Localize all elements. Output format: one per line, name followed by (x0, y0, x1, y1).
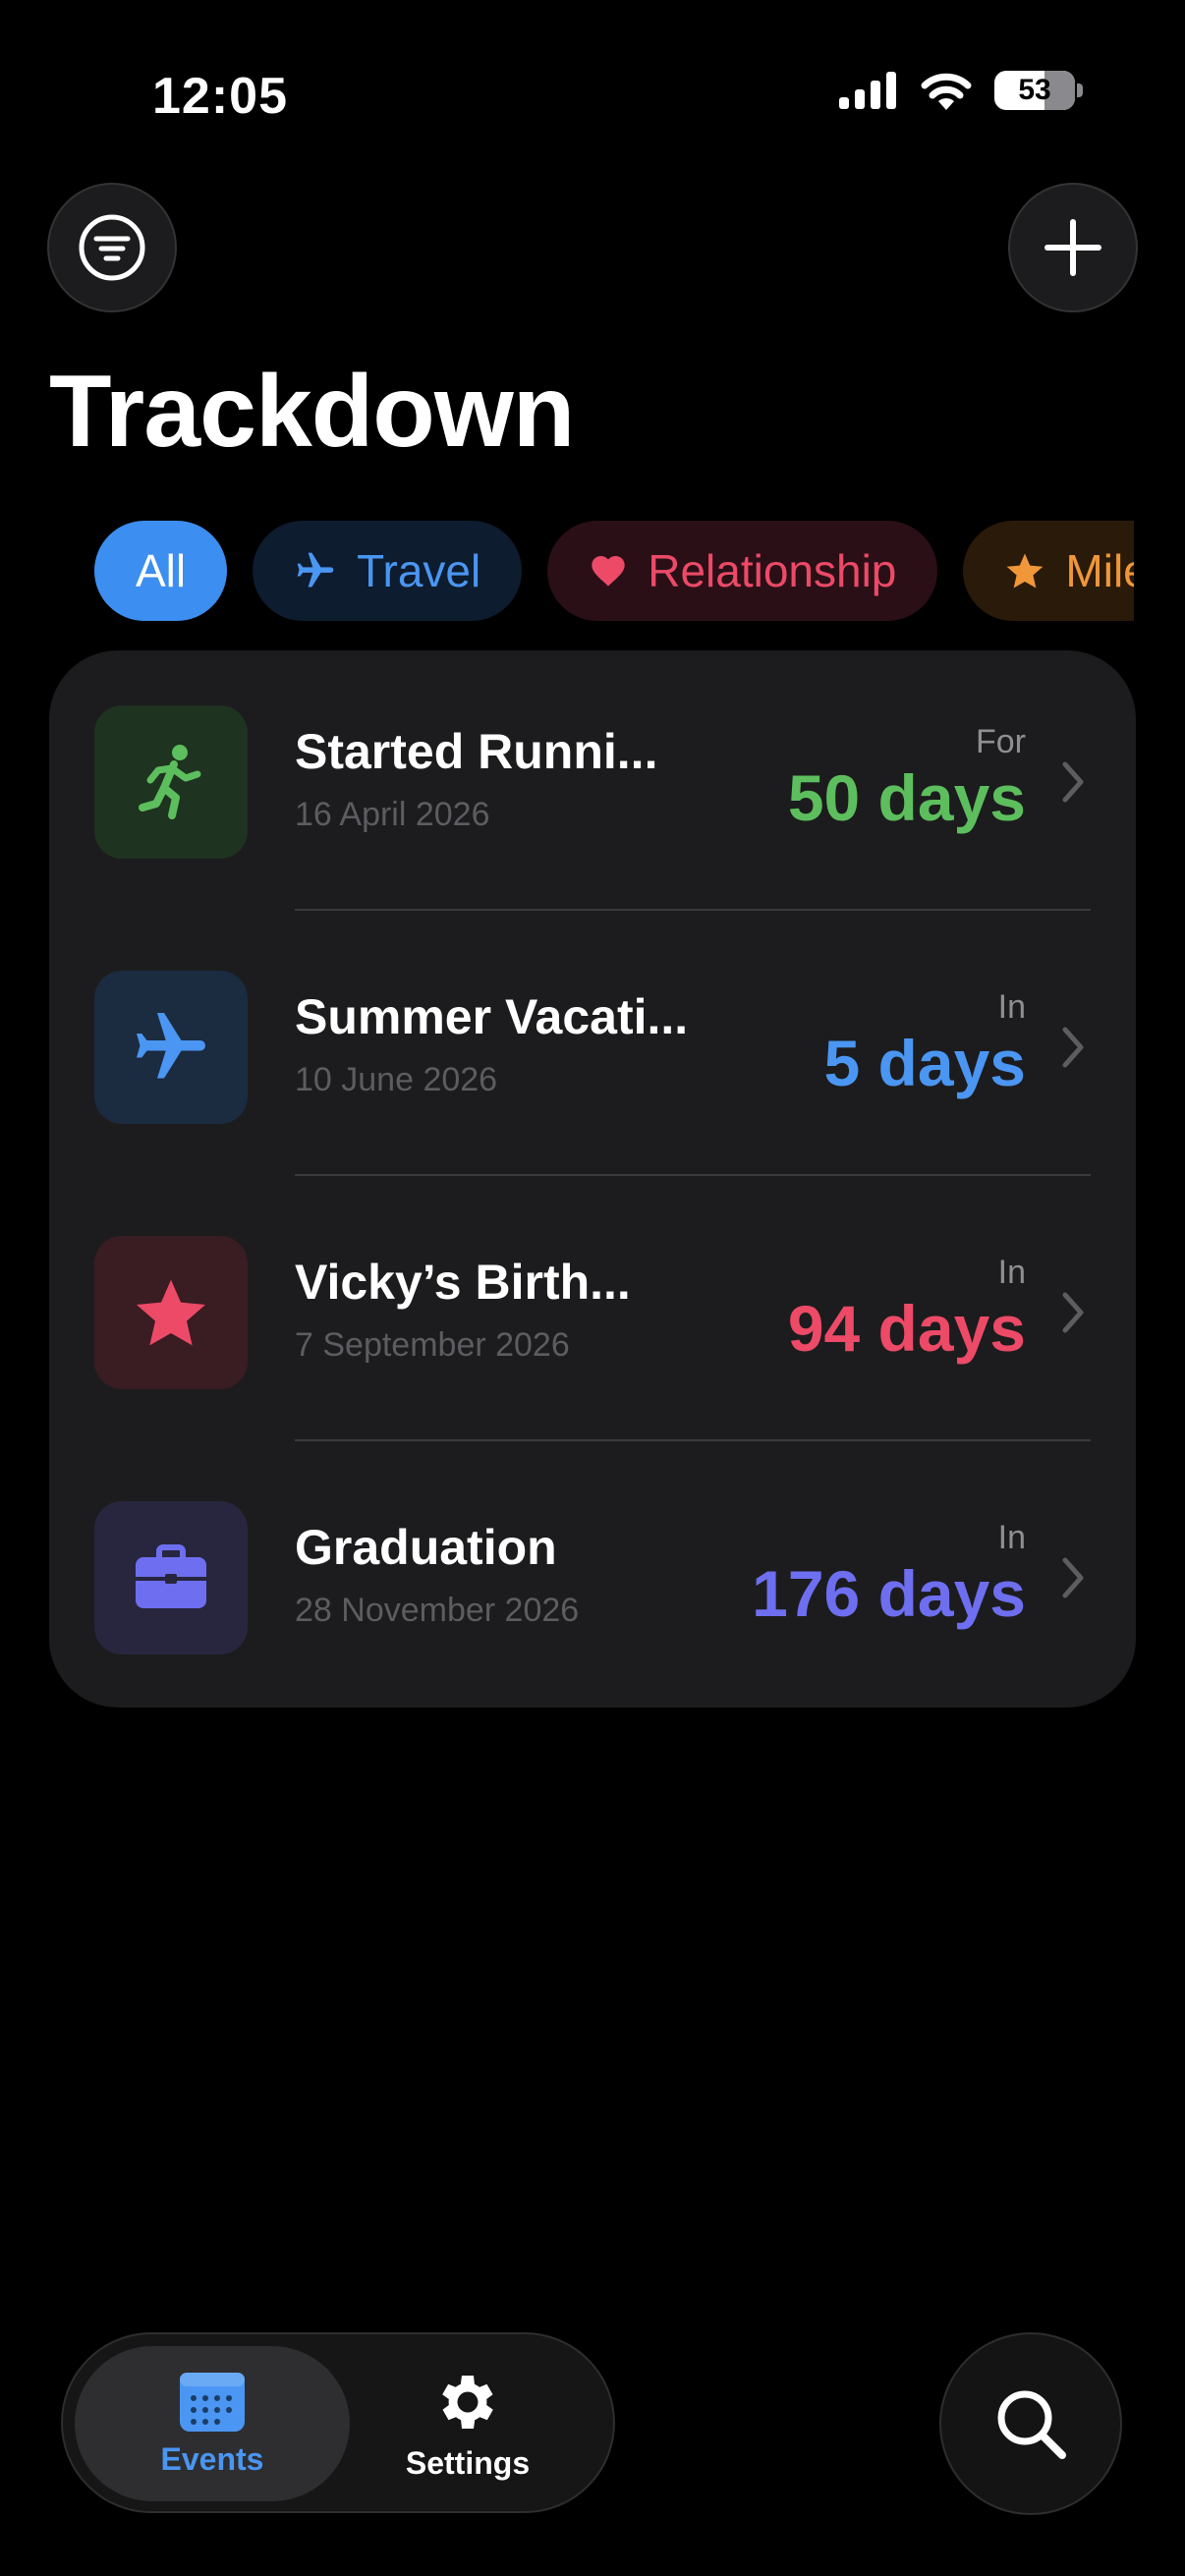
briefcase-icon (136, 1544, 206, 1608)
page-title: Trackdown (49, 355, 575, 469)
list-item[interactable]: Graduation 28 November 2026 In 176 days (49, 1446, 1136, 1711)
event-icon-tile (94, 705, 248, 859)
event-name: Graduation (295, 1520, 557, 1575)
magnifying-glass-icon (997, 2390, 1066, 2459)
event-name: Vicky’s Birth... (295, 1255, 631, 1310)
divider (295, 1174, 1091, 1176)
tab-settings[interactable]: Settings (330, 2346, 605, 2501)
cellular-signal-icon (839, 72, 896, 109)
list-item[interactable]: Summer Vacati... 10 June 2026 In 5 days (49, 916, 1136, 1181)
event-date: 7 September 2026 (295, 1326, 570, 1364)
event-prefix: In (997, 1519, 1026, 1556)
chip-label: Relationship (648, 545, 897, 596)
divider (295, 1439, 1091, 1441)
chip-relationship[interactable]: Relationship (547, 521, 938, 621)
event-icon-tile (94, 1236, 248, 1389)
status-icons: 53 (839, 71, 1083, 110)
chip-all[interactable]: All (94, 521, 228, 621)
chip-label: All (136, 545, 187, 596)
event-count: 94 days (787, 1292, 1026, 1365)
tab-label: Events (160, 2440, 264, 2477)
event-icon-tile (94, 1501, 248, 1654)
calendar-icon (180, 2372, 245, 2432)
event-date: 28 November 2026 (295, 1592, 580, 1629)
event-count: 176 days (752, 1557, 1026, 1630)
event-prefix: For (976, 723, 1026, 760)
chevron-right-icon (1062, 761, 1084, 803)
tab-bar: Events Settings (61, 2332, 615, 2513)
filter-button[interactable] (47, 183, 177, 312)
running-figure-icon (139, 745, 201, 819)
star-icon (137, 1279, 205, 1346)
list-item[interactable]: Vicky’s Birth... 7 September 2026 In 94 … (49, 1181, 1136, 1446)
heart-icon (592, 556, 625, 587)
category-filter-chips: All Travel Relationship Mile (94, 521, 1134, 623)
event-name: Summer Vacati... (295, 989, 689, 1044)
list-item[interactable]: Started Runni... 16 April 2026 For 50 da… (49, 650, 1136, 916)
tab-events[interactable]: Events (75, 2346, 350, 2501)
event-date: 10 June 2026 (295, 1061, 498, 1098)
event-name: Started Runni... (295, 724, 658, 779)
battery-level: 53 (1018, 74, 1051, 106)
divider (295, 909, 1091, 911)
status-time: 12:05 (152, 68, 288, 125)
battery-icon: 53 (994, 71, 1075, 110)
chevron-right-icon (1062, 1292, 1084, 1333)
event-icon-tile (94, 971, 248, 1124)
airplane-icon (137, 1013, 205, 1079)
event-count: 5 days (823, 1027, 1026, 1099)
plus-icon (1044, 219, 1101, 276)
filter-circle-icon (79, 214, 145, 281)
chip-label: Travel (357, 545, 481, 596)
wifi-icon (921, 73, 972, 110)
event-date: 16 April 2026 (295, 796, 490, 833)
chip-milestone[interactable]: Mile (963, 521, 1134, 621)
events-list: Started Runni... 16 April 2026 For 50 da… (49, 650, 1136, 1708)
chip-label: Mile (1065, 545, 1134, 596)
chevron-right-icon (1062, 1027, 1084, 1068)
event-prefix: In (997, 988, 1026, 1026)
tab-label: Settings (405, 2444, 531, 2481)
chip-travel[interactable]: Travel (253, 521, 523, 621)
chevron-right-icon (1062, 1557, 1084, 1598)
add-event-button[interactable] (1008, 183, 1138, 312)
event-prefix: In (997, 1254, 1026, 1291)
gear-icon (442, 2375, 493, 2429)
event-count: 50 days (787, 761, 1026, 834)
search-button[interactable] (939, 2332, 1122, 2515)
airplane-icon (297, 552, 334, 588)
star-icon (1007, 553, 1044, 588)
